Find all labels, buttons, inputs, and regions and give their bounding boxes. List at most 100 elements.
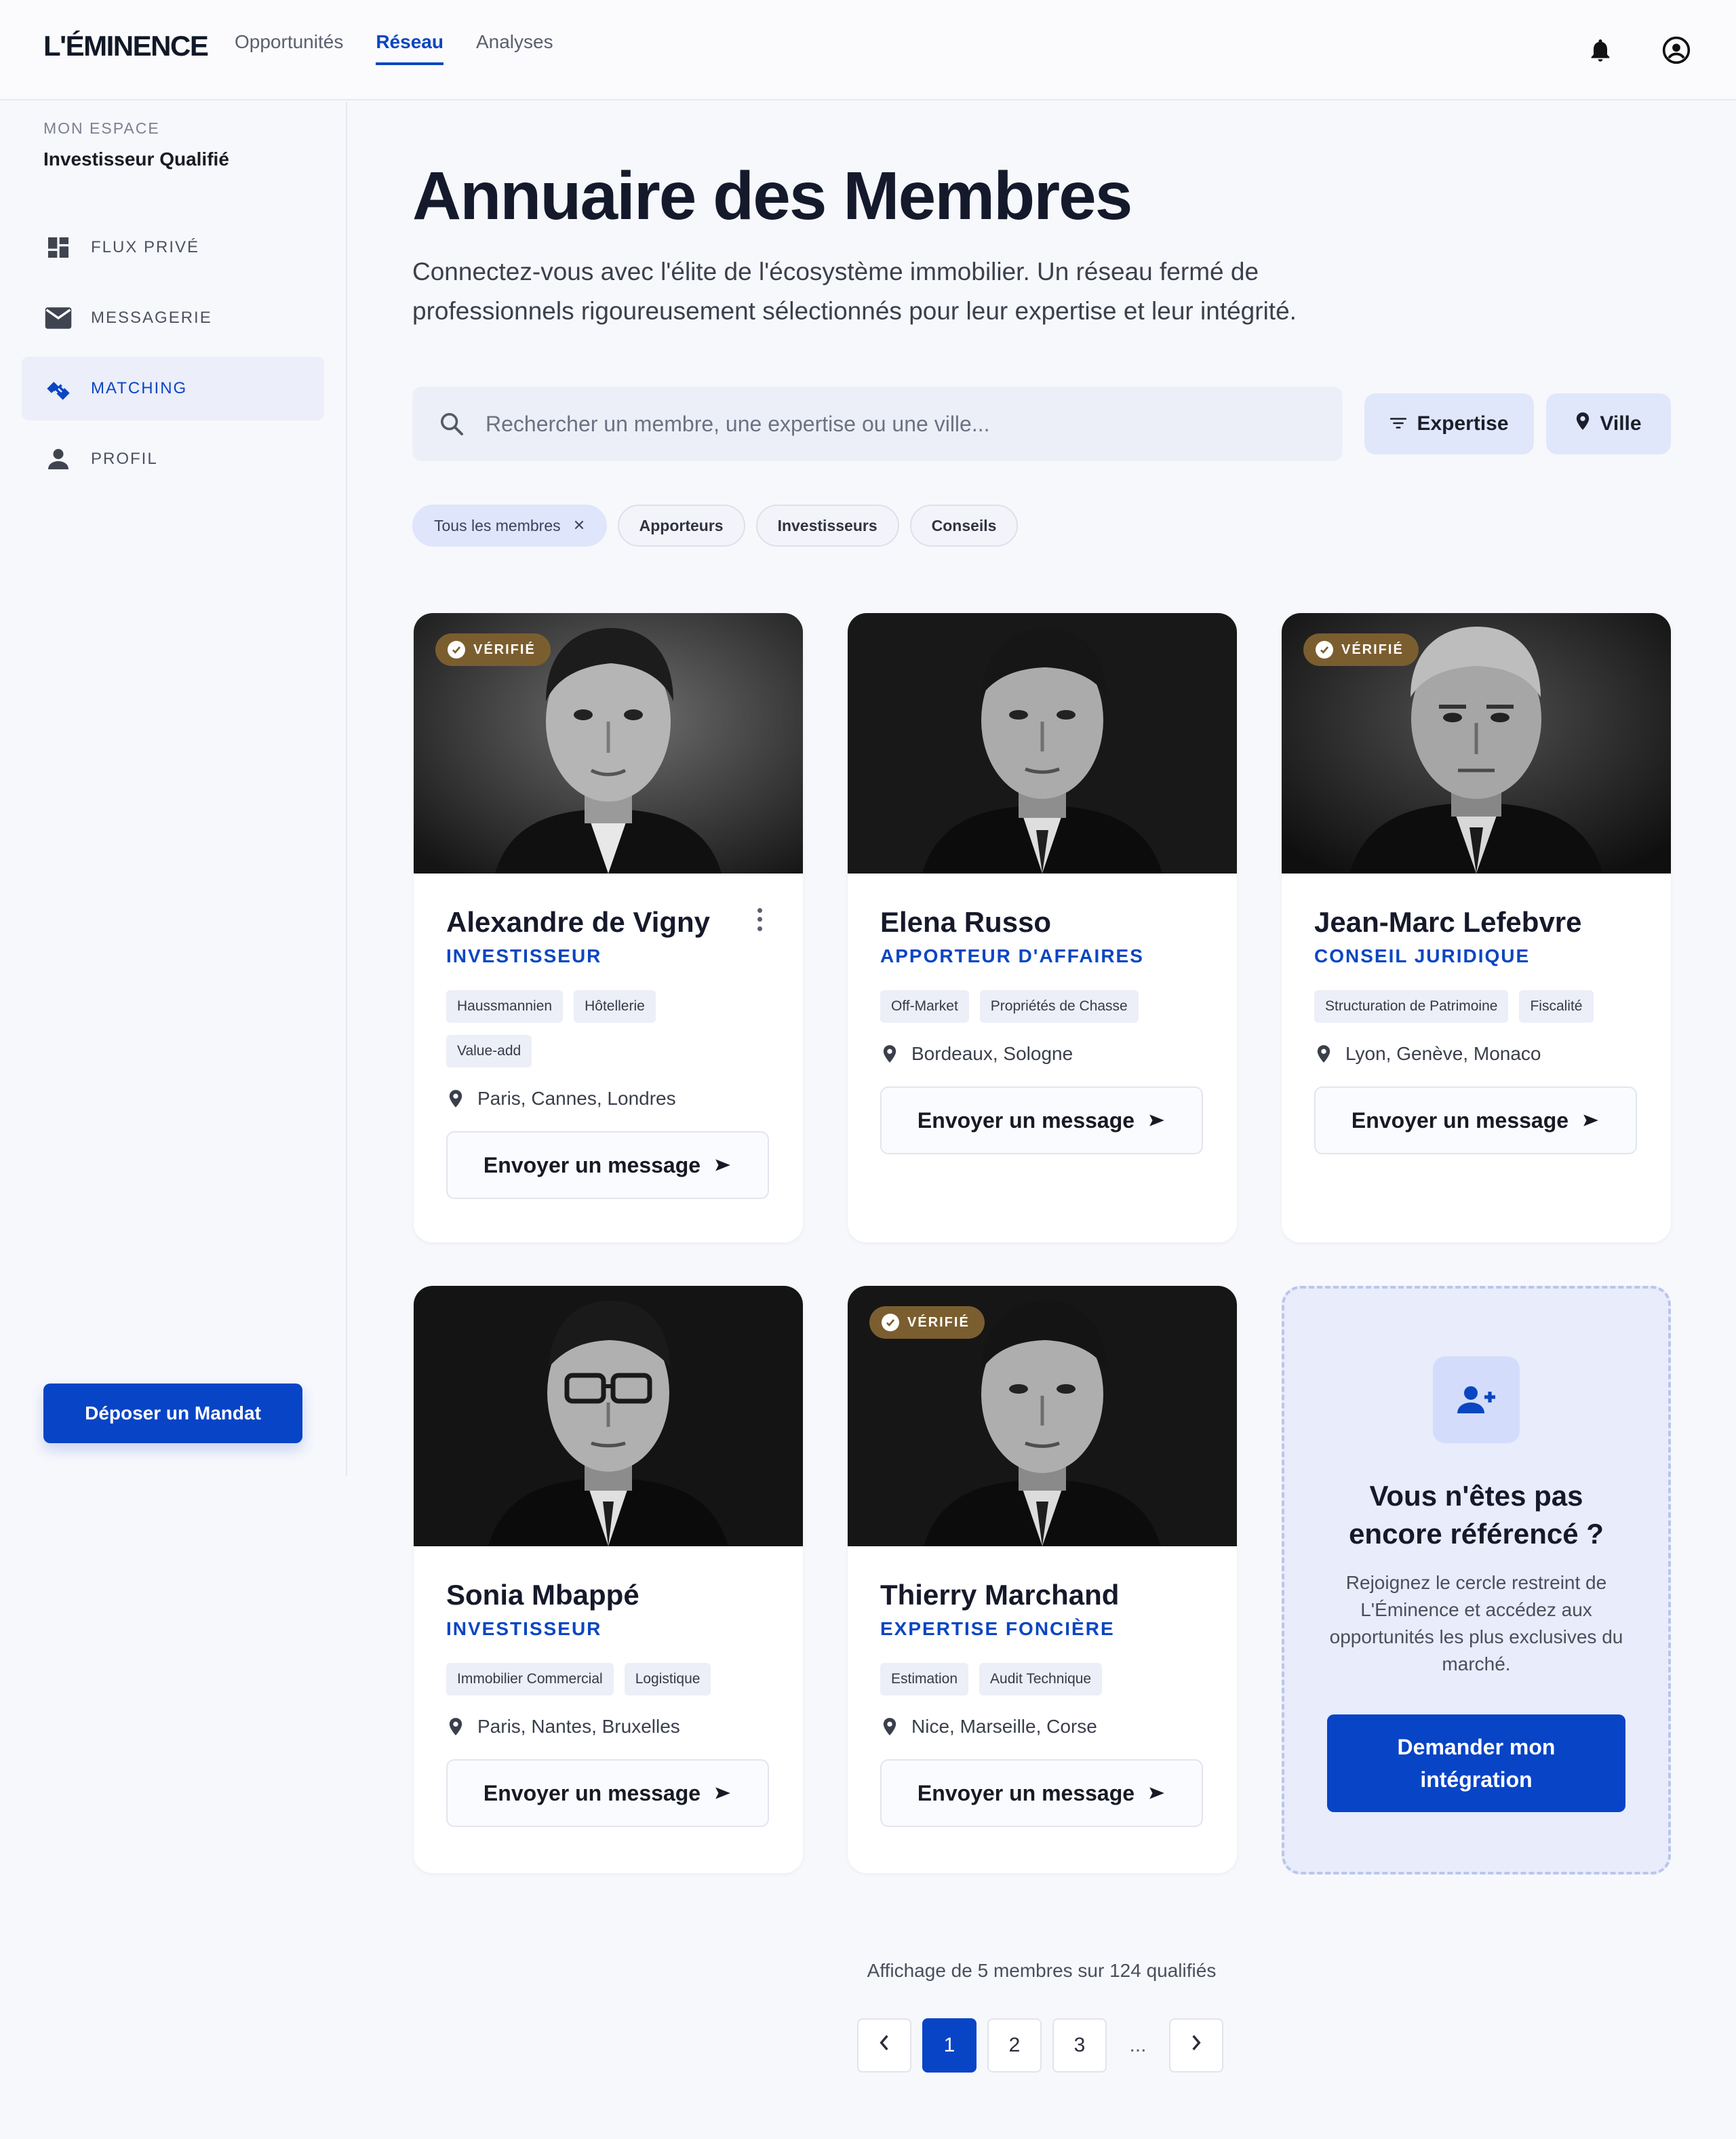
member-location-text: Paris, Nantes, Bruxelles [477,1716,680,1737]
search-bar [412,387,1343,461]
sidebar-item-messagerie[interactable]: MESSAGERIE [22,286,324,350]
more-options-icon[interactable] [753,906,766,933]
member-name: Jean-Marc Lefebvre [1314,906,1582,938]
deposer-mandat-button[interactable]: Déposer un Mandat [43,1384,302,1443]
verified-badge: VÉRIFIÉ [1303,633,1419,666]
join-text: Rejoignez le cercle restreint de L'Émine… [1329,1572,1623,1674]
expertise-tag: Structuration de Patrimoine [1314,990,1509,1023]
sidebar: MON ESPACE Investisseur Qualifié FLUX PR… [0,102,347,1476]
member-tags: Structuration de Patrimoine Fiscalité [1314,990,1638,1023]
member-location: Paris, Cannes, Londres [446,1088,770,1110]
send-message-button[interactable]: Envoyer un message [446,1131,769,1199]
nav-opportunites[interactable]: Opportunités [235,31,343,65]
chip-label: Conseils [931,516,997,534]
page-button-1[interactable]: 1 [922,2018,976,2073]
verified-label: VÉRIFIÉ [1341,642,1404,657]
page-subtitle: Connectez-vous avec l'élite de l'écosyst… [412,258,1297,325]
send-message-label: Envoyer un message [917,1107,1135,1133]
member-role: APPORTEUR D'AFFAIRES [880,945,1144,966]
page-title: Annuaire des Membres [412,158,1132,234]
send-message-button[interactable]: Envoyer un message [880,1086,1203,1154]
expertise-tag: Audit Technique [979,1663,1103,1695]
close-icon[interactable] [573,517,585,535]
member-tags: Off-Market Propriétés de Chasse [880,990,1204,1023]
member-name: Elena Russo [880,906,1052,938]
handshake-icon [43,374,73,404]
expertise-filter-button[interactable]: Expertise [1364,393,1534,454]
search-icon [435,408,468,440]
account-circle-icon[interactable] [1660,34,1693,66]
member-role: CONSEIL JURIDIQUE [1314,945,1531,966]
member-info: Jean-Marc Lefebvre CONSEIL JURIDIQUE Str… [1282,874,1671,1187]
verified-icon [882,1314,899,1331]
prev-page-button[interactable] [857,2018,911,2073]
chevron-right-icon [1190,2034,1202,2057]
send-message-button[interactable]: Envoyer un message [1314,1086,1637,1154]
member-photo: VÉRIFIÉ [848,1286,1237,1546]
verified-label: VÉRIFIÉ [473,642,536,657]
sidebar-item-matching[interactable]: MATCHING [22,357,324,420]
sidebar-item-profil[interactable]: PROFIL [22,427,324,491]
nav-reseau[interactable]: Réseau [376,31,443,65]
member-tags: Haussmannien Hôtellerie Value-add [446,990,731,1067]
mail-icon [43,303,73,333]
send-icon [1582,1108,1600,1133]
member-card: VÉRIFIÉ Jean-Marc Lefebvre CONSEIL JURID… [1282,613,1671,1242]
dashboard-icon [43,233,73,262]
bell-icon[interactable] [1584,34,1617,66]
member-location-text: Nice, Marseille, Corse [911,1716,1097,1737]
top-actions [1584,34,1693,66]
chevron-left-icon [878,2034,890,2057]
demander-integration-button[interactable]: Demander mon intégration [1327,1714,1625,1812]
location-pin-icon [1575,412,1590,436]
expertise-tag: Fiscalité [1519,990,1594,1023]
page-button-3[interactable]: 3 [1052,2018,1107,2073]
ville-filter-button[interactable]: Ville [1546,393,1671,454]
chip-conseils[interactable]: Conseils [909,505,1019,547]
member-photo [414,1286,803,1546]
member-card: Sonia Mbappé INVESTISSEUR Immobilier Com… [414,1286,803,1873]
member-role: INVESTISSEUR [446,1618,602,1639]
sidebar-item-label: PROFIL [91,450,158,468]
expertise-tag: Estimation [880,1663,969,1695]
member-card: Elena Russo APPORTEUR D'AFFAIRES Off-Mar… [848,613,1237,1242]
verified-badge: VÉRIFIÉ [869,1306,985,1339]
member-location: Paris, Nantes, Bruxelles [446,1716,770,1738]
top-bar: L'ÉMINENCE Opportunités Réseau Analyses [0,0,1736,100]
nav-analyses[interactable]: Analyses [476,31,553,65]
member-location: Nice, Marseille, Corse [880,1716,1204,1738]
member-card: VÉRIFIÉ Alexandre de Vigny INVESTISSEUR … [414,613,803,1242]
brand-logo[interactable]: L'ÉMINENCE [43,30,209,62]
next-page-button[interactable] [1169,2018,1223,2073]
ville-filter-label: Ville [1600,412,1642,435]
chip-apporteurs[interactable]: Apporteurs [617,505,745,547]
chip-investisseurs[interactable]: Investisseurs [755,505,899,547]
sidebar-nav: FLUX PRIVÉ MESSAGERIE MATCHING PROFIL [22,216,324,498]
send-icon [1148,1108,1166,1133]
sidebar-header: MON ESPACE Investisseur Qualifié [43,119,229,170]
chip-tous-les-membres[interactable]: Tous les membres [412,505,607,547]
member-location-text: Bordeaux, Sologne [911,1043,1073,1064]
sidebar-item-label: MATCHING [91,379,188,397]
sidebar-kicker: MON ESPACE [43,119,160,137]
member-location: Bordeaux, Sologne [880,1043,1204,1065]
search-input[interactable] [486,411,1343,437]
expertise-tag: Value-add [446,1035,532,1067]
member-tags: Immobilier Commercial Logistique [446,1663,770,1695]
join-card: Vous n'êtes pas encore référencé ? Rejoi… [1282,1286,1671,1875]
add-user-icon [1433,1356,1520,1443]
send-message-button[interactable]: Envoyer un message [880,1759,1203,1827]
page-button-2[interactable]: 2 [987,2018,1042,2073]
filter-chips: Tous les membres Apporteurs Investisseur… [412,505,1019,547]
send-message-button[interactable]: Envoyer un message [446,1759,769,1827]
sidebar-item-label: MESSAGERIE [91,309,212,327]
member-info: Elena Russo APPORTEUR D'AFFAIRES Off-Mar… [848,874,1237,1187]
sidebar-item-flux-prive[interactable]: FLUX PRIVÉ [22,216,324,279]
member-location-text: Paris, Cannes, Londres [477,1088,676,1109]
member-info: Sonia Mbappé INVESTISSEUR Immobilier Com… [414,1546,803,1860]
verified-icon [448,641,465,659]
filter-icon [1389,412,1407,435]
location-pin-icon [446,1716,465,1738]
member-photo [848,613,1237,874]
person-icon [43,444,73,474]
